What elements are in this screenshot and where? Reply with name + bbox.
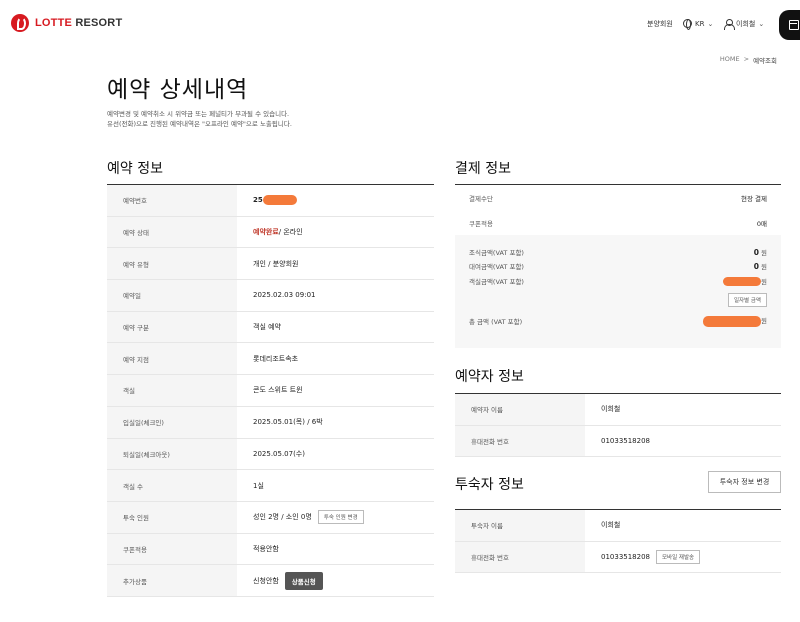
guest-info-table: 투숙자 이름 이희철 휴대전화 번호 01033518208 모바일 재발송	[455, 510, 781, 573]
table-row: 휴대전화 번호 01033518208 모바일 재발송	[455, 541, 781, 573]
calendar-icon	[789, 20, 799, 30]
page-title: 예약 상세내역	[107, 77, 249, 103]
site-header: LOTTE RESORT 분양회원 KR ⌄ 이희철 ⌄	[0, 0, 800, 50]
table-row: 예약 상태 예약완료 / 온라인	[107, 216, 434, 249]
payment-info-title: 결제 정보	[455, 161, 511, 177]
breadcrumb-separator: >	[743, 55, 750, 63]
table-row: 예약 지점 롯데리조트속초	[107, 343, 434, 376]
table-row: 투숙 인원 성인 2명 / 소인 0명 투숙 인원 변경	[107, 501, 434, 534]
table-row: 쿠폰적용 적용안함	[107, 533, 434, 566]
coupon-row: 쿠폰적용 0매	[469, 220, 767, 228]
breadcrumb: HOME > 예약조회	[720, 55, 777, 65]
notice-text: 예약변경 및 예약취소 시 위약금 또는 페널티가 부과될 수 있습니다. 유선…	[107, 110, 292, 128]
chevron-down-icon: ⌄	[758, 20, 765, 28]
table-row: 예약일 2025.02.03 09:01	[107, 280, 434, 312]
room-amount-row: 객실금액(VAT 포함) 원	[469, 277, 767, 287]
brand-suffix: RESORT	[75, 17, 123, 29]
add-product-button[interactable]: 상품신청	[284, 571, 323, 590]
language-selector[interactable]: KR ⌄	[683, 19, 714, 30]
redaction-mark	[262, 195, 297, 206]
table-row: 예약번호 25	[107, 185, 434, 217]
table-row: 추가상품 신청안함 상품신청	[107, 565, 434, 597]
membership-link[interactable]: 분양회원	[647, 19, 673, 29]
reservation-calendar-button[interactable]	[779, 10, 800, 40]
table-row: 예약자 이름 이희철	[455, 394, 781, 426]
amount-block: 조식금액(VAT 포함) 0 원 대여금액(VAT 포함) 0 원 객실금액(V…	[455, 235, 781, 348]
rental-amount-row: 대여금액(VAT 포함) 0 원	[469, 262, 767, 271]
brand-name: LOTTE	[35, 17, 73, 29]
redaction-mark	[723, 277, 762, 287]
guest-info-title: 투숙자 정보	[455, 477, 524, 493]
table-row: 객실 콘도 스위트 트윈	[107, 375, 434, 407]
chevron-down-icon: ⌄	[707, 19, 714, 28]
table-row: 휴대전화 번호 01033518208	[455, 425, 781, 457]
status-badge: 예약완료	[253, 228, 279, 237]
globe-icon	[683, 19, 692, 30]
user-icon	[724, 19, 735, 30]
payment-method-row: 결제수단 현장 결제	[469, 195, 767, 203]
redaction-mark	[703, 315, 762, 327]
reservation-info-title: 예약 정보	[107, 161, 163, 177]
breakfast-amount-row: 조식금액(VAT 포함) 0 원	[469, 248, 767, 257]
table-row: 예약 구분 객실 예약	[107, 311, 434, 344]
total-amount-row: 총 금액 (VAT 포함) 원	[469, 315, 767, 327]
daily-amount-button[interactable]: 일자별 금액	[727, 293, 767, 307]
payment-info-block: 결제수단 현장 결제 쿠폰적용 0매 조식금액(VAT 포함) 0 원 대여금액(V…	[455, 185, 781, 348]
table-row: 퇴실일(체크아웃) 2025.05.07(수)	[107, 438, 434, 471]
breadcrumb-current: 예약조회	[753, 57, 777, 65]
table-row: 예약 유형 개인 / 분양회원	[107, 248, 434, 281]
booker-info-table: 예약자 이름 이희철 휴대전화 번호 01033518208	[455, 394, 781, 457]
booker-info-title: 예약자 정보	[455, 369, 524, 385]
table-row: 입실일(체크인) 2025.05.01(목) / 6박	[107, 406, 434, 439]
mobile-resend-button[interactable]: 모바일 재발송	[656, 549, 701, 564]
change-guest-info-button[interactable]: 투숙자 정보 변경	[708, 471, 781, 493]
reservation-info-table: 예약번호 25 예약 상태 예약완료 / 온라인 예약 유형 개인 / 분양회원…	[107, 185, 434, 597]
change-guest-count-button[interactable]: 투숙 인원 변경	[317, 510, 364, 525]
lotte-resort-logo[interactable]: LOTTE RESORT	[11, 14, 122, 32]
reservation-number: 25	[253, 196, 263, 205]
lotte-logo-icon	[11, 14, 29, 32]
breadcrumb-home[interactable]: HOME	[720, 55, 740, 65]
table-row: 투숙자 이름 이희철	[455, 510, 781, 542]
user-menu[interactable]: 이희철 ⌄	[724, 19, 765, 30]
table-row: 객실 수 1실	[107, 470, 434, 502]
